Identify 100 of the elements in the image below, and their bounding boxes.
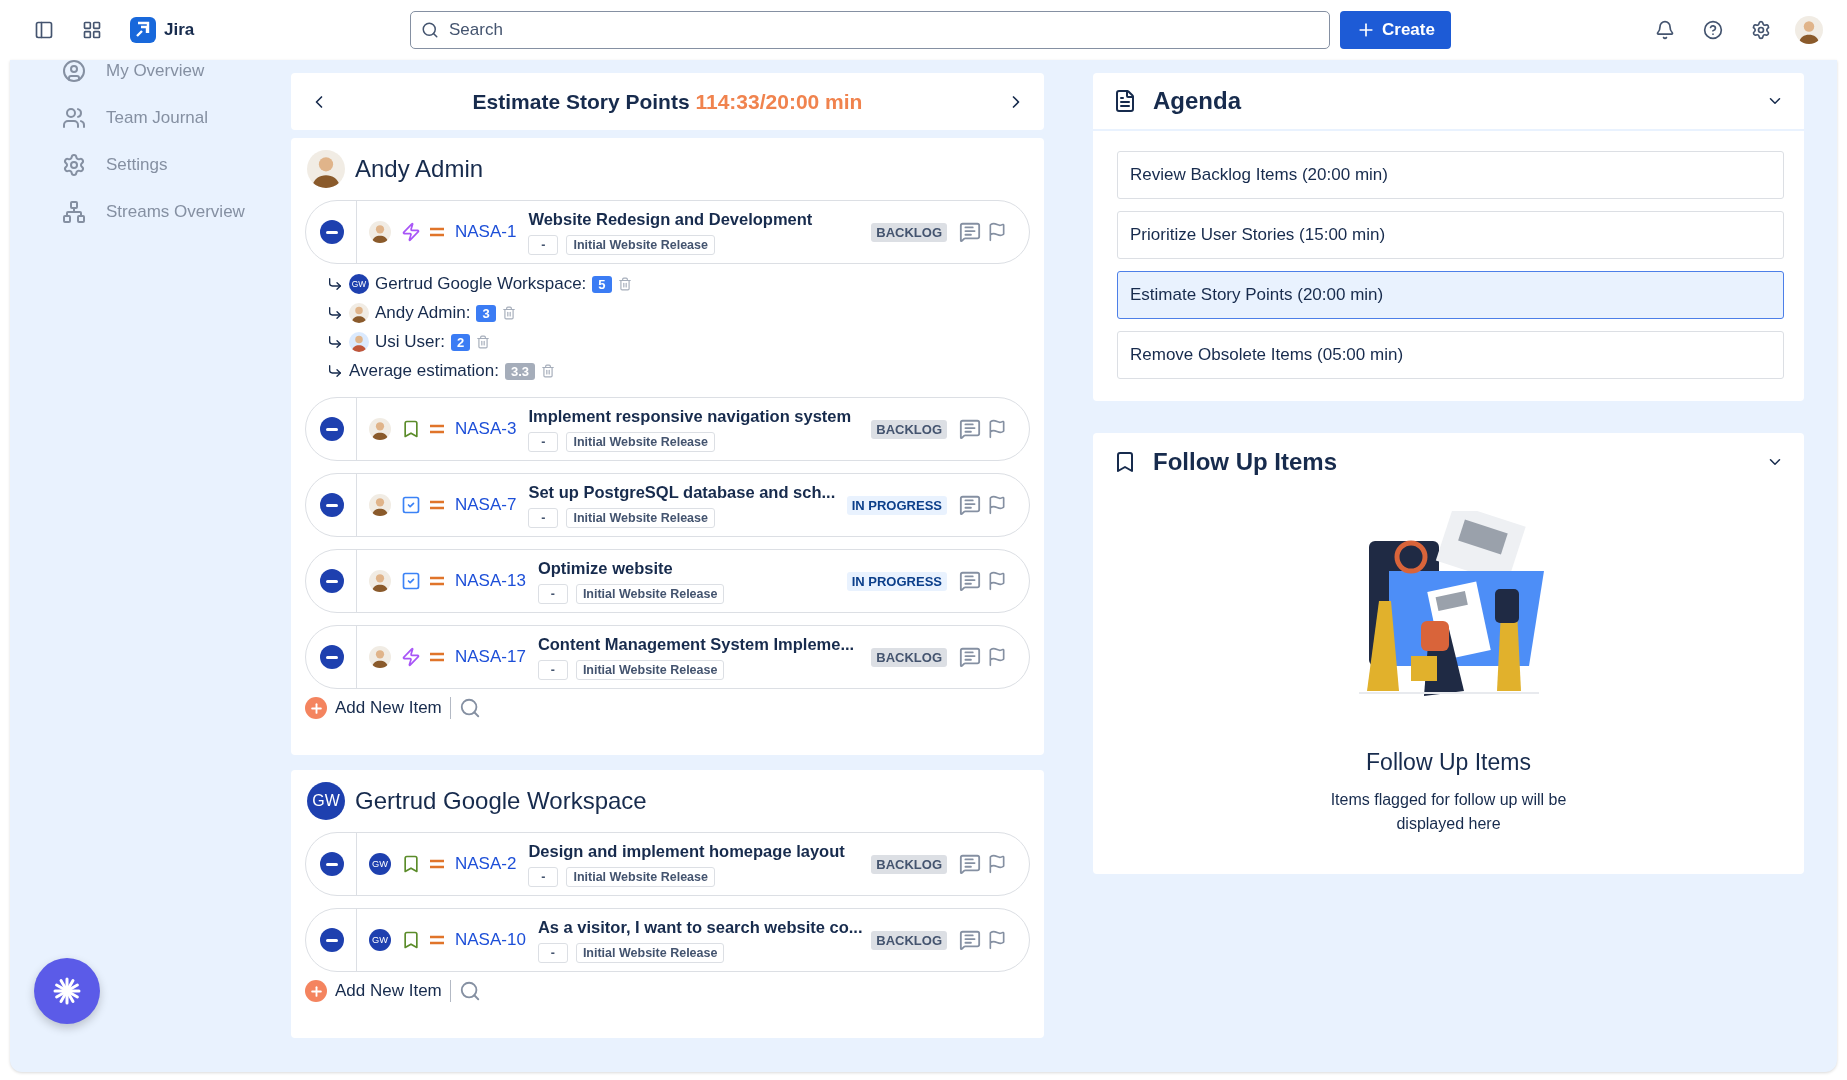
trash-icon[interactable] — [501, 306, 516, 320]
release-tag: Initial Website Release — [566, 866, 715, 887]
logo-icon[interactable] — [130, 17, 156, 43]
avatar — [307, 150, 345, 188]
comment-icon[interactable] — [959, 570, 981, 592]
trash-icon[interactable] — [476, 335, 491, 349]
estimate-tag: - — [528, 866, 559, 887]
reply-arrow-icon — [327, 334, 343, 350]
search-icon[interactable] — [458, 980, 481, 1002]
avatar — [369, 418, 391, 440]
status-badge: IN PROGRESS — [846, 571, 947, 591]
priority-icon — [429, 576, 445, 586]
avatar — [369, 221, 391, 243]
flag-icon[interactable] — [987, 571, 1007, 591]
minus-icon — [326, 655, 338, 659]
agenda-item[interactable]: Estimate Story Points (20:00 min) — [1117, 271, 1784, 319]
section-name: Andy Admin — [355, 155, 484, 183]
session-title: Estimate Story Points 114:33/20:00 min — [472, 89, 863, 114]
trash-icon[interactable] — [617, 277, 632, 291]
release-tag: Initial Website Release — [566, 507, 715, 528]
issue-title: Website Redesign and Development — [528, 209, 813, 229]
status-badge: BACKLOG — [871, 647, 947, 667]
agenda-item[interactable]: Remove Obsolete Items (05:00 min) — [1117, 331, 1784, 379]
remove-button[interactable] — [320, 928, 344, 952]
status-badge: BACKLOG — [871, 419, 947, 439]
minus-icon — [326, 579, 338, 583]
estimate-tag: - — [537, 659, 568, 680]
add-item-button[interactable]: Add New Item — [305, 980, 451, 1002]
trash-icon[interactable] — [541, 364, 555, 378]
issue-title: Set up PostgreSQL database and sch... — [528, 482, 836, 502]
status-badge: BACKLOG — [871, 854, 947, 874]
search-input[interactable]: Search — [447, 19, 1319, 41]
remove-button[interactable] — [320, 417, 344, 441]
issue-key[interactable]: NASA-3 — [455, 419, 517, 439]
flag-icon[interactable] — [987, 854, 1007, 874]
voter-name: Gertrud Google Workspace: — [375, 274, 587, 294]
estimate-tag: - — [528, 234, 559, 255]
agenda-item[interactable]: Review Backlog Items (20:00 min) — [1117, 151, 1784, 199]
sparkle-icon — [52, 976, 82, 1006]
empty-title: Follow Up Items — [1366, 749, 1531, 776]
assistant-button[interactable] — [34, 958, 100, 1024]
search-field[interactable]: Search — [410, 11, 1330, 49]
issue-title: Design and implement homepage layout — [528, 841, 845, 861]
avatar: GW — [369, 853, 391, 875]
issue-title: Content Management System Impleme... — [537, 634, 855, 654]
estimate-tag: - — [528, 431, 559, 452]
issue-key[interactable]: NASA-10 — [455, 930, 526, 950]
lightning-icon — [401, 222, 421, 242]
flag-icon[interactable] — [987, 930, 1007, 950]
create-button[interactable]: Create — [1340, 11, 1451, 49]
status-badge: IN PROGRESS — [846, 495, 947, 515]
plus-icon — [305, 697, 327, 719]
status-badge: BACKLOG — [871, 930, 947, 950]
priority-icon — [429, 424, 445, 434]
estimate-tag: - — [537, 942, 568, 963]
add-item-button[interactable]: Add New Item — [305, 697, 451, 719]
estimate-value: 3 — [476, 304, 496, 322]
flag-icon[interactable] — [987, 222, 1007, 242]
estimate-value: 3.3 — [504, 362, 535, 380]
checkbox-icon — [401, 495, 421, 515]
plus-icon — [305, 980, 327, 1002]
issue-key[interactable]: NASA-1 — [455, 222, 517, 242]
issue-title: Optimize website — [537, 558, 674, 578]
document-icon — [1113, 89, 1137, 113]
panel-title: Follow Up Items — [1153, 448, 1338, 476]
comment-icon[interactable] — [959, 929, 981, 951]
estimate-tag: - — [528, 507, 559, 528]
flag-icon[interactable] — [987, 647, 1007, 667]
issue-key[interactable]: NASA-13 — [455, 571, 526, 591]
release-tag: Initial Website Release — [575, 659, 725, 680]
avatar — [369, 646, 391, 668]
comment-icon[interactable] — [959, 494, 981, 516]
empty-text: Items flagged for follow up will be displayed here — [1329, 790, 1568, 834]
release-tag: Initial Website Release — [575, 942, 725, 963]
issue-key[interactable]: NASA-2 — [455, 854, 517, 874]
comment-icon[interactable] — [959, 418, 981, 440]
remove-button[interactable] — [320, 220, 344, 244]
remove-button[interactable] — [320, 493, 344, 517]
gear-icon — [62, 152, 86, 177]
flag-icon[interactable] — [987, 495, 1007, 515]
minus-icon — [326, 938, 338, 942]
user-icon — [62, 58, 86, 83]
search-icon[interactable] — [458, 697, 481, 719]
remove-button[interactable] — [320, 569, 344, 593]
remove-button[interactable] — [320, 852, 344, 876]
estimate-value: 5 — [592, 275, 612, 293]
issue-key[interactable]: NASA-17 — [455, 647, 526, 667]
comment-icon[interactable] — [959, 221, 981, 243]
avatar — [1795, 16, 1823, 44]
avatar — [349, 303, 369, 323]
flag-icon[interactable] — [987, 419, 1007, 439]
remove-button[interactable] — [320, 645, 344, 669]
reply-arrow-icon — [327, 363, 343, 379]
agenda-item[interactable]: Prioritize User Stories (15:00 min) — [1117, 211, 1784, 259]
priority-icon — [429, 500, 445, 510]
avatar: GW — [369, 929, 391, 951]
issue-key[interactable]: NASA-7 — [455, 495, 517, 515]
hierarchy-icon — [62, 199, 86, 224]
comment-icon[interactable] — [959, 646, 981, 668]
comment-icon[interactable] — [959, 853, 981, 875]
